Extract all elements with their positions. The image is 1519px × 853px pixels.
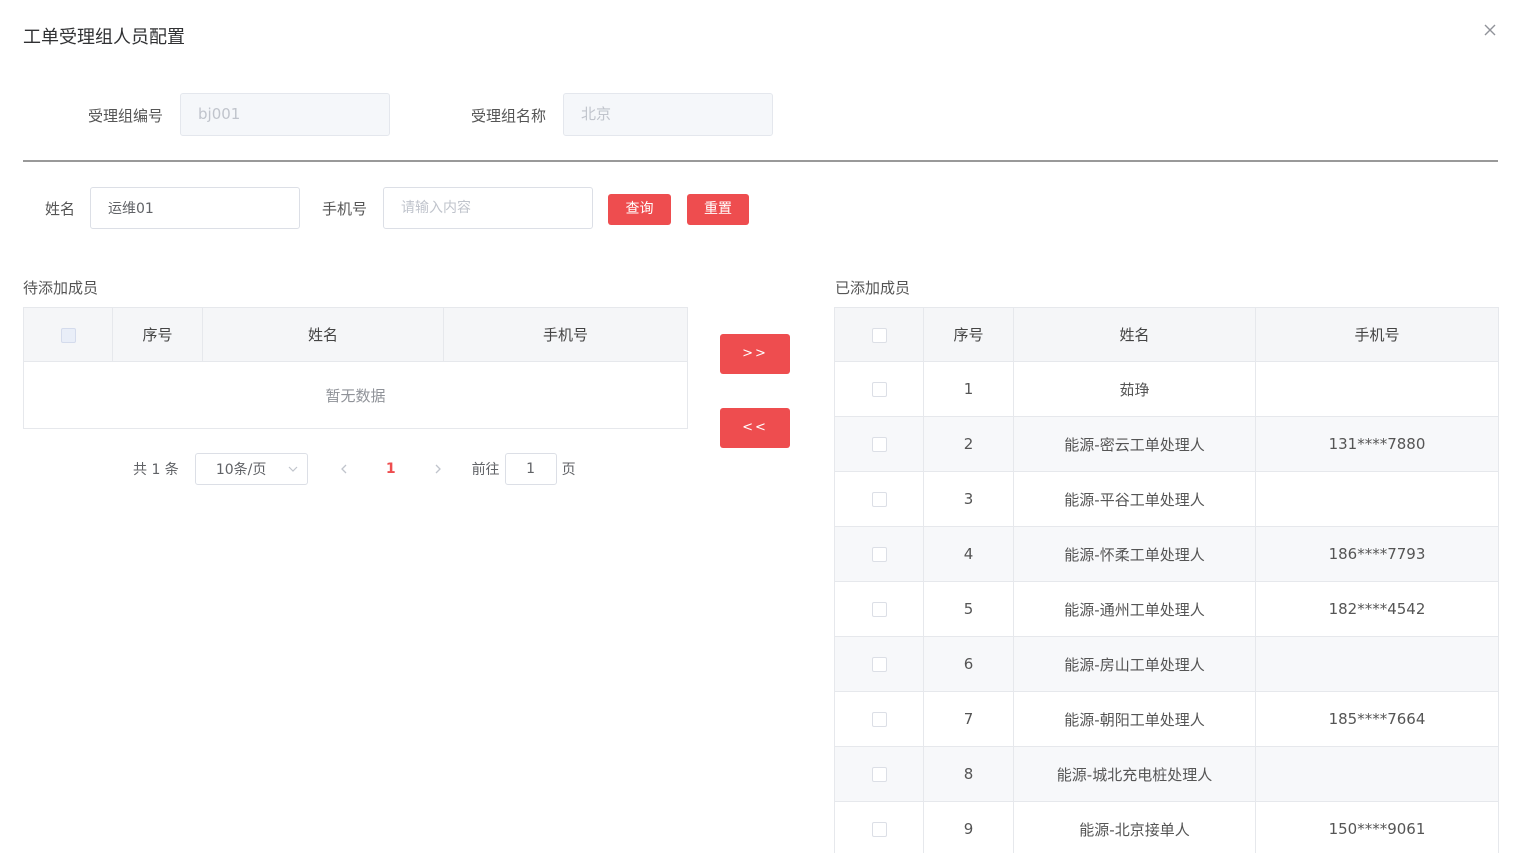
table-row[interactable]: 2 能源-密云工单处理人 131****7880 [834,416,1499,472]
row-name: 能源-朝阳工单处理人 [1013,691,1256,747]
group-name-input: 北京 [563,93,773,136]
row-index: 7 [923,691,1014,747]
table-row[interactable]: 1 茹琤 [834,361,1499,417]
page-size-select[interactable]: 10条/页 [194,453,308,485]
row-phone [1255,746,1499,802]
select-all-checkbox[interactable] [60,327,76,343]
row-index: 5 [923,581,1014,637]
table-row[interactable]: 9 能源-北京接单人 150****9061 [834,801,1499,853]
row-phone [1255,361,1499,417]
added-title: 已添加成员 [835,279,911,297]
row-index: 3 [923,471,1014,527]
row-phone [1255,471,1499,527]
select-all-cell [834,307,924,362]
row-phone: 131****7880 [1255,416,1499,472]
header-index: 序号 [112,307,203,362]
header-name: 姓名 [1013,307,1256,362]
row-checkbox[interactable] [871,547,887,562]
empty-text: 暂无数据 [23,361,688,429]
pending-title: 待添加成员 [23,279,99,297]
pending-table: 序号 姓名 手机号 暂无数据 [23,307,688,429]
row-checkbox[interactable] [871,712,887,727]
phone-input[interactable] [383,187,593,229]
select-all-checkbox[interactable] [871,327,887,343]
row-name: 能源-城北充电桩处理人 [1013,746,1256,802]
chevron-right-icon[interactable] [428,459,448,479]
table-row[interactable]: 8 能源-城北充电桩处理人 [834,746,1499,802]
remove-member-button[interactable]: << [720,408,790,448]
row-checkbox[interactable] [871,437,887,452]
row-phone [1255,636,1499,692]
dialog-title: 工单受理组人员配置 [23,27,185,48]
row-phone: 150****9061 [1255,801,1499,853]
row-name: 能源-怀柔工单处理人 [1013,526,1256,582]
group-code-label: 受理组编号 [88,107,164,125]
table-row[interactable]: 3 能源-平谷工单处理人 [834,471,1499,527]
row-name: 能源-密云工单处理人 [1013,416,1256,472]
row-checkbox[interactable] [871,822,887,837]
header-phone: 手机号 [443,307,688,362]
chevron-down-icon [288,466,298,472]
name-label: 姓名 [45,200,76,218]
row-index: 2 [923,416,1014,472]
header-name: 姓名 [202,307,444,362]
row-phone: 186****7793 [1255,526,1499,582]
group-code-input: bj001 [180,93,390,136]
row-name: 能源-平谷工单处理人 [1013,471,1256,527]
table-row[interactable]: 5 能源-通州工单处理人 182****4542 [834,581,1499,637]
row-checkbox[interactable] [871,657,887,672]
row-checkbox[interactable] [871,767,887,782]
goto-label: 前往 [471,462,500,478]
goto-input[interactable] [504,453,557,485]
row-name: 茹琤 [1013,361,1256,417]
header-phone: 手机号 [1255,307,1499,362]
table-row[interactable]: 6 能源-房山工单处理人 [834,636,1499,692]
row-phone: 185****7664 [1255,691,1499,747]
row-checkbox[interactable] [871,382,887,397]
table-row[interactable]: 7 能源-朝阳工单处理人 185****7664 [834,691,1499,747]
row-index: 9 [923,801,1014,853]
divider [23,160,1498,162]
select-all-cell [23,307,113,362]
row-name: 能源-北京接单人 [1013,801,1256,853]
phone-label: 手机号 [322,200,368,218]
row-checkbox[interactable] [871,602,887,617]
query-button[interactable]: 查询 [608,194,671,225]
table-row[interactable]: 4 能源-怀柔工单处理人 186****7793 [834,526,1499,582]
row-index: 4 [923,526,1014,582]
chevron-left-icon[interactable] [334,459,354,479]
pagination: 共 1 条 10条/页 1 前往 页 [133,453,576,485]
reset-button[interactable]: 重置 [687,194,749,225]
header-index: 序号 [923,307,1014,362]
page-number[interactable]: 1 [386,461,396,477]
page-suffix: 页 [561,462,576,478]
row-index: 6 [923,636,1014,692]
name-input[interactable] [90,187,300,229]
total-count: 共 1 条 [133,462,179,478]
row-index: 1 [923,361,1014,417]
add-member-button[interactable]: >> [720,334,790,374]
row-name: 能源-通州工单处理人 [1013,581,1256,637]
added-table: 序号 姓名 手机号 1 茹琤 2 能源-密云工单处理人 131****7880 … [834,307,1499,853]
close-icon[interactable] [1480,20,1500,40]
group-name-label: 受理组名称 [471,107,547,125]
row-index: 8 [923,746,1014,802]
row-checkbox[interactable] [871,492,887,507]
row-name: 能源-房山工单处理人 [1013,636,1256,692]
page-size-value: 10条/页 [215,462,267,478]
row-phone: 182****4542 [1255,581,1499,637]
